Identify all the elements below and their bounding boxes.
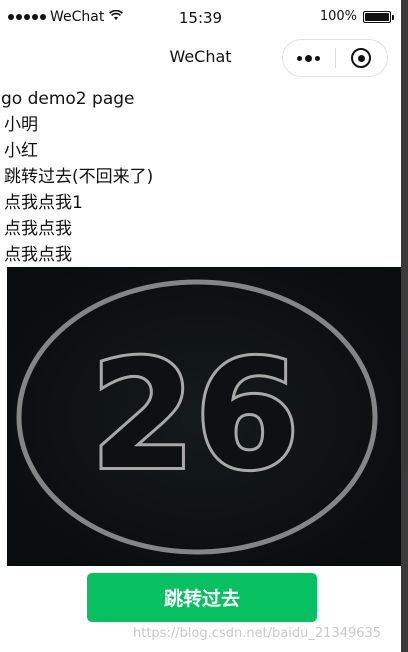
battery-fill: [365, 12, 389, 21]
tap-text-2[interactable]: 点我点我: [4, 216, 401, 242]
menu-capsule: [282, 39, 388, 77]
tap-text-1[interactable]: 点我点我1: [4, 190, 401, 216]
battery-icon: [363, 10, 394, 23]
status-bar: WeChat 15:39 100%: [0, 0, 401, 36]
close-miniprogram-button[interactable]: [335, 48, 387, 68]
page-heading: go demo2 page: [1, 89, 135, 109]
phone-screen: WeChat 15:39 100% WeChat go demo2 page 小…: [0, 0, 401, 652]
jump-button[interactable]: 跳转过去: [87, 573, 317, 622]
navigate-link[interactable]: 跳转过去(不回来了): [4, 164, 401, 190]
image-number: 26: [91, 329, 300, 503]
close-target-icon: [351, 48, 372, 68]
number-image: 26: [7, 267, 401, 566]
tap-text-3[interactable]: 点我点我: [4, 242, 401, 268]
screen-edge: [401, 0, 408, 652]
navigation-bar: WeChat: [0, 36, 401, 80]
watermark-text: https://blog.csdn.net/baidu_21349635: [133, 626, 382, 641]
content-area: go demo2 page 小明 小红 跳转过去(不回来了) 点我点我1 点我点…: [1, 86, 401, 268]
list-item: 小红: [4, 141, 38, 161]
more-options-icon[interactable]: [283, 54, 335, 62]
battery-percent: 100%: [319, 9, 357, 24]
status-right: 100%: [319, 9, 394, 24]
list-item: 小明: [4, 115, 38, 135]
